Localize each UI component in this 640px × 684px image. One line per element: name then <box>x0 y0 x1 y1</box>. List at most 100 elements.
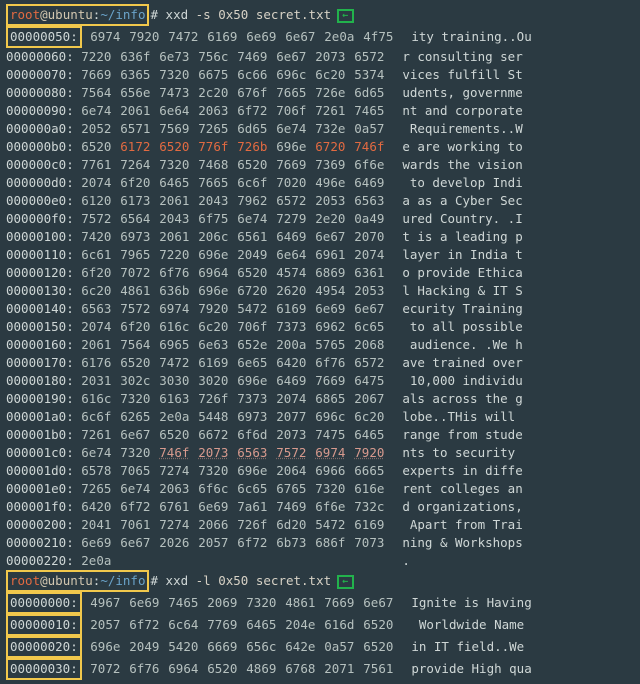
ascii-column: ity training..Ou <box>411 28 579 46</box>
ascii-column: udents, governme <box>402 84 570 102</box>
prompt-host: ubuntu <box>48 7 93 22</box>
hexdump-row: 00000210: 6e696e67202620576f726b73686f70… <box>6 534 634 552</box>
command-args-2: -l 0x50 secret.txt <box>196 573 331 588</box>
hex-offset: 00000190: <box>6 391 74 406</box>
hexdump-row: 000001e0: 72656e7420636f6c6c656765732061… <box>6 480 634 498</box>
hex-offset: 00000120: <box>6 265 74 280</box>
hexdump-row: 00000090: 6e7420616e6420636f72706f726174… <box>6 102 634 120</box>
hexdump-row: 00000190: 616c73206163726f73732074686520… <box>6 390 634 408</box>
hexdump-row: 00000220: 2e0a . <box>6 552 634 570</box>
hex-offset: 00000180: <box>6 373 74 388</box>
hex-offset: 000000d0: <box>6 175 74 190</box>
highlight-box-prompt-1: root@ubuntu:~/info <box>6 4 149 26</box>
prompt-user: root <box>10 7 40 22</box>
ascii-column: lobe..THis will <box>402 408 570 426</box>
ascii-column: e are working to <box>402 138 570 156</box>
hex-offset: 00000100: <box>6 229 74 244</box>
hexdump-row: 000001d0: 6578706572747320696e2064696666… <box>6 462 634 480</box>
ascii-column: a as a Cyber Sec <box>402 192 570 210</box>
hex-offset: 00000200: <box>6 517 74 532</box>
ascii-column: rent colleges an <box>402 480 570 498</box>
hex-offset: 00000060: <box>6 49 74 64</box>
highlight-box-offset: 00000050: <box>6 26 82 48</box>
hexdump-row: 000000f0: 7572656420436f756e7472792e200a… <box>6 210 634 228</box>
ascii-column: in IT field..We <box>411 638 579 656</box>
ascii-column: o provide Ethica <box>402 264 570 282</box>
prompt-at: @ <box>40 7 48 22</box>
hexdump-row: 00000010: 20576f726c6477696465204e616d65… <box>6 614 634 636</box>
ascii-column: ave trained over <box>402 354 570 372</box>
hexdump-row: 000001c0: 6e747320746f207365637572697479… <box>6 444 634 462</box>
highlight-box-offset: 00000000: <box>6 592 82 614</box>
hexdump-row: 00000160: 2061756469656e63652e200a576520… <box>6 336 634 354</box>
command-args-1: -s 0x50 secret.txt <box>196 7 331 22</box>
ascii-column: ecurity Training <box>402 300 570 318</box>
hex-offset: 00000110: <box>6 247 74 262</box>
hex-offset: 00000150: <box>6 319 74 334</box>
hexdump-row: 00000170: 61766520747261696e6564206f7665… <box>6 354 634 372</box>
ascii-column: audience. .We h <box>402 336 570 354</box>
hexdump-row: 00000100: 742069732061206c656164696e6720… <box>6 228 634 246</box>
hexdump-row: 00000050: 69747920747261696e696e672e0a4f… <box>6 26 634 48</box>
hex-offset: 00000070: <box>6 67 74 82</box>
hex-offset: 000000c0: <box>6 157 74 172</box>
prompt-line-1: root@ubuntu:~/info# xxd -s 0x50 secret.t… <box>6 4 634 26</box>
hex-offset: 000000e0: <box>6 193 74 208</box>
hex-offset: 00000140: <box>6 301 74 316</box>
hexdump-row: 00000110: 6c6179657220696e20496e64696120… <box>6 246 634 264</box>
hex-offset: 00000160: <box>6 337 74 352</box>
ascii-column: Requirements..W <box>402 120 570 138</box>
ascii-column: vices fulfill St <box>402 66 570 84</box>
hex-offset: 000000b0: <box>6 139 74 154</box>
hex-offset: 000000a0: <box>6 121 74 136</box>
hex-offset: 000001d0: <box>6 463 74 478</box>
ascii-column: l Hacking & IT S <box>402 282 570 300</box>
arrow-annotation-2: ← <box>337 575 354 589</box>
ascii-column: experts in diffe <box>402 462 570 480</box>
terminal[interactable]: root@ubuntu:~/info# xxd -s 0x50 secret.t… <box>0 0 640 684</box>
ascii-column: . <box>402 552 570 570</box>
ascii-column: nts to security <box>402 444 570 462</box>
ascii-column: Worldwide Name <box>411 616 579 634</box>
command-1: xxd <box>166 7 189 22</box>
hexdump-row: 00000020: 696e204954206669656c642e0a5765… <box>6 636 634 658</box>
hex-offset: 00000020: <box>10 639 78 654</box>
hex-offset: 000001c0: <box>6 445 74 460</box>
ascii-column: ured Country. .I <box>402 210 570 228</box>
hex-offset: 00000220: <box>6 553 74 568</box>
hex-offset: 00000050: <box>10 29 78 44</box>
ascii-column: als across the g <box>402 390 570 408</box>
hexdump-row: 000001f0: 64206f7267616e697a6174696f6e73… <box>6 498 634 516</box>
hexdump-row: 000000b0: 652061726520776f726b696e672074… <box>6 138 634 156</box>
ascii-column: 10,000 individu <box>402 372 570 390</box>
hex-offset: 00000000: <box>10 595 78 610</box>
highlight-box-offset: 00000020: <box>6 636 82 658</box>
hex-offset: 00000090: <box>6 103 74 118</box>
hex-offset: 000001f0: <box>6 499 74 514</box>
ascii-column: nt and corporate <box>402 102 570 120</box>
ascii-column: Apart from Trai <box>402 516 570 534</box>
ascii-column: t is a leading p <box>402 228 570 246</box>
hex-offset: 000001a0: <box>6 409 74 424</box>
hex-offset: 00000080: <box>6 85 74 100</box>
hex-offset: 00000170: <box>6 355 74 370</box>
highlight-box-offset: 00000010: <box>6 614 82 636</box>
hex-offset: 00000130: <box>6 283 74 298</box>
hex-offset: 00000010: <box>10 617 78 632</box>
hex-offset: 000001e0: <box>6 481 74 496</box>
ascii-column: r consulting ser <box>402 48 570 66</box>
ascii-column: layer in India t <box>402 246 570 264</box>
hexdump-row: 00000140: 6563757269747920547261696e696e… <box>6 300 634 318</box>
hexdump-row: 000000a0: 20526571756972656d656e74732e0a… <box>6 120 634 138</box>
prompt-path: ~/info <box>100 7 145 22</box>
hexdump-row: 00000000: 49676e69746520697320486176696e… <box>6 592 634 614</box>
hexdump-row: 00000130: 6c204861636b696e67202620495420… <box>6 282 634 300</box>
hexdump-row: 00000180: 2031302c30303020696e6469766964… <box>6 372 634 390</box>
hexdump-row: 00000060: 7220636f6e73756c74696e67207365… <box>6 48 634 66</box>
arrow-annotation-1: ← <box>337 9 354 23</box>
command-2: xxd <box>166 573 189 588</box>
prompt-line-2: root@ubuntu:~/info# xxd -l 0x50 secret.t… <box>6 570 634 592</box>
ascii-column: ning & Workshops <box>402 534 570 552</box>
hexdump-row: 000000c0: 77617264732074686520766973696f… <box>6 156 634 174</box>
hex-offset: 00000210: <box>6 535 74 550</box>
